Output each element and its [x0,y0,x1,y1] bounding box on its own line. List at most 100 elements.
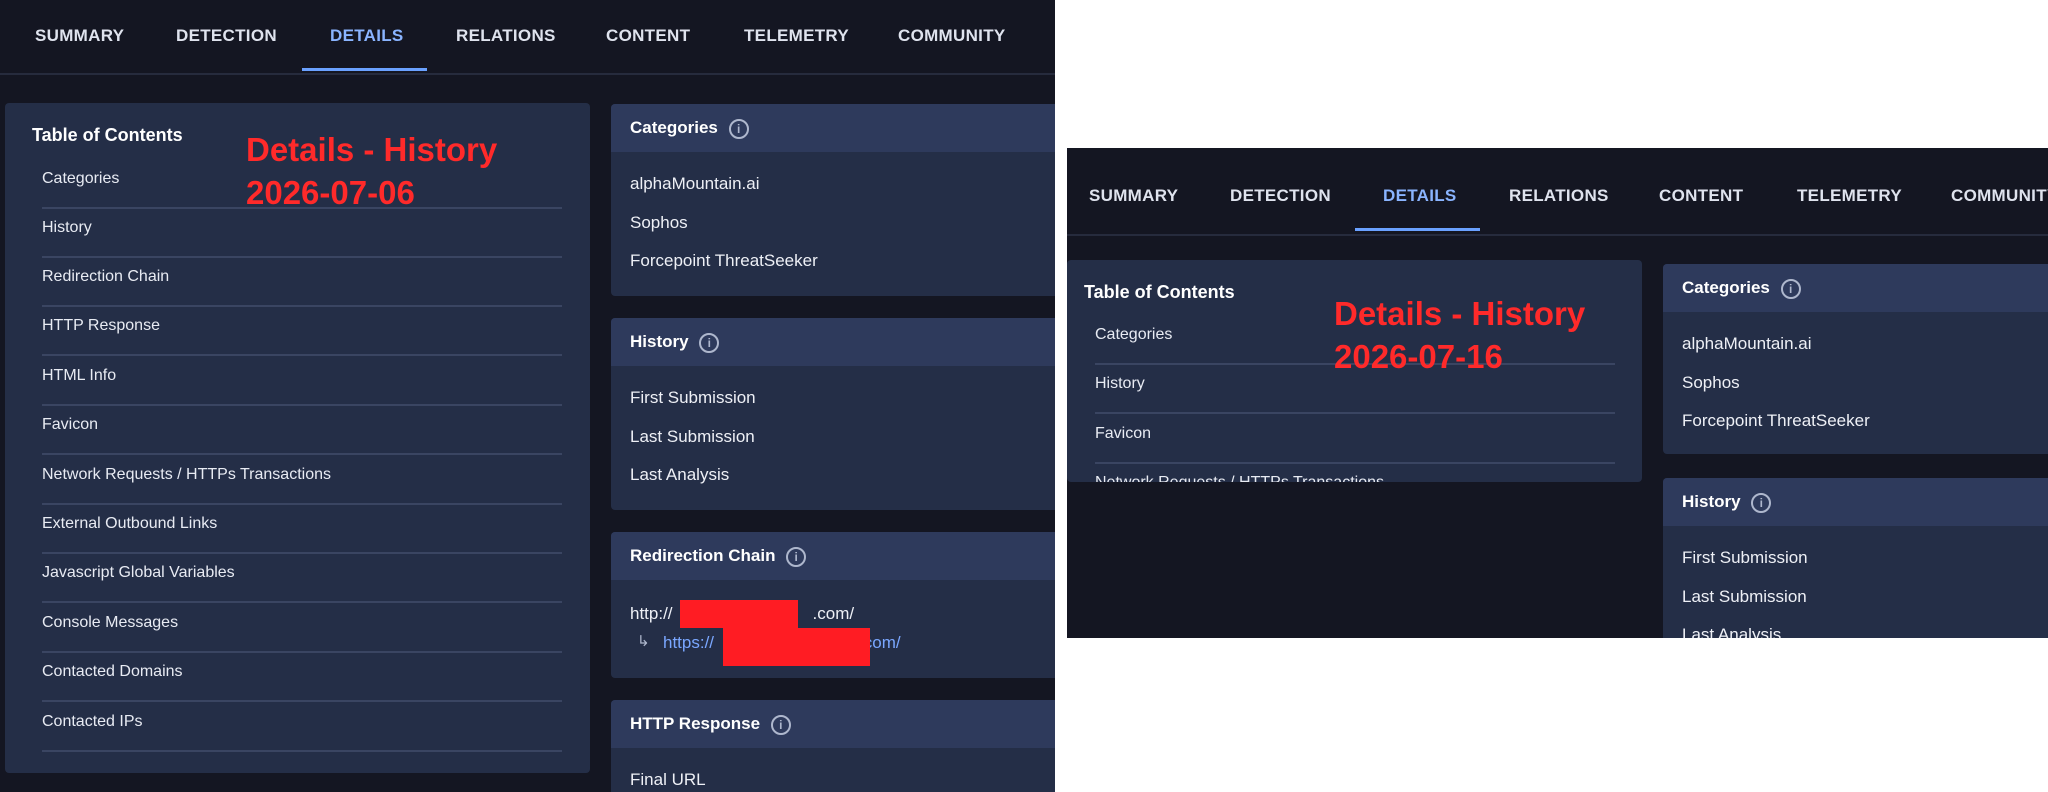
info-circle-icon[interactable]: i [1780,278,1801,299]
info-circle-icon[interactable]: i [786,546,807,567]
section-title: HTTP Response [630,714,761,733]
url-scheme: http:// [630,604,673,623]
return-arrow-icon: ↳ [637,633,650,650]
toc-item-label: Contacted Domains [42,663,183,680]
toc-item-label: Network Requests / HTTPs Transactions [42,466,331,483]
tab-bar: SUMMARY DETECTION DETAILS RELATIONS CONT… [1067,148,2048,236]
toc-item-label: Contacted IPs [42,713,143,730]
section-header: Categories i [1663,264,2048,312]
tab-details[interactable]: DETAILS [1383,186,1457,206]
category-vendor: Forcepoint ThreatSeeker [1682,411,1870,430]
toc-item-network-requests[interactable]: Network Requests / HTTPs Transactions [42,466,562,505]
categories-section: Categories i alphaMountain.ai Sophos For… [1663,264,2048,454]
annotation-label: Details - History 2026-07-06 [246,129,497,215]
section-header: History i [1663,478,2048,526]
tab-content[interactable]: CONTENT [606,26,690,46]
annotation-date: 2026-07-06 [246,173,415,211]
toc-item-history[interactable]: History [1095,375,1615,414]
active-tab-indicator [1355,228,1480,231]
toc-item-favicon[interactable]: Favicon [42,416,562,455]
info-circle-icon[interactable]: i [728,118,749,139]
toc-item-label: Console Messages [42,614,179,631]
tab-relations[interactable]: RELATIONS [456,26,556,46]
tab-community[interactable]: COMMUNITY [898,26,1006,46]
details-view-2026-07-06: SUMMARY DETECTION DETAILS RELATIONS CONT… [0,0,1055,792]
toc-item-label: HTTP Response [42,317,160,334]
history-row: Last Analysis [1682,625,1782,638]
tab-summary[interactable]: SUMMARY [1089,186,1178,206]
toc-item-label: History [1095,375,1145,392]
tab-relations[interactable]: RELATIONS [1509,186,1609,206]
tab-telemetry[interactable]: TELEMETRY [744,26,849,46]
section-title: History [630,332,689,351]
toc-item-label: Redirection Chain [42,268,170,285]
category-vendor: Sophos [630,213,688,232]
url-tld: .com/ [812,604,855,623]
details-view-2026-07-16: SUMMARY DETECTION DETAILS RELATIONS CONT… [1067,148,2048,638]
section-title: Categories [1682,278,1770,297]
redaction-box [680,600,798,628]
history-section: History i First Submission Last Submissi… [611,318,1055,510]
toc-title: Table of Contents [1084,282,1235,302]
annotation-title: Details - History [1334,295,1586,332]
toc-item-console-messages[interactable]: Console Messages [42,614,562,653]
toc-item-redirection-chain[interactable]: Redirection Chain [42,268,562,307]
history-row: Last Submission [630,427,755,446]
http-response-section: HTTP Response i Final URL [611,700,1055,792]
tab-summary[interactable]: SUMMARY [35,26,124,46]
redaction-box [723,628,870,666]
toc-item-label: External Outbound Links [42,515,218,532]
toc-item-history[interactable]: History [42,219,562,258]
toc-item-label: Javascript Global Variables [42,564,235,581]
toc-item-favicon[interactable]: Favicon [1095,425,1615,464]
toc-item-label: History [42,219,92,236]
section-header: Categories i [611,104,1055,152]
history-section: History i First Submission Last Submissi… [1663,478,2048,638]
info-circle-icon[interactable]: i [770,714,791,735]
category-vendor: Sophos [1682,373,1740,392]
toc-item-label: Categories [42,170,120,187]
toc-title: Table of Contents [32,125,183,145]
active-tab-indicator [302,68,427,71]
tab-detection[interactable]: DETECTION [176,26,277,46]
tab-bar: SUMMARY DETECTION DETAILS RELATIONS CONT… [0,0,1055,75]
category-vendor: alphaMountain.ai [1682,334,1812,353]
annotation-date: 2026-07-16 [1334,337,1503,375]
section-header: HTTP Response i [611,700,1055,748]
history-row: First Submission [630,388,756,407]
info-circle-icon[interactable]: i [699,332,720,353]
final-url-label: Final URL [630,770,706,789]
info-circle-icon[interactable]: i [1751,492,1772,513]
tab-community[interactable]: COMMUNITY [1951,186,2048,206]
category-vendor: alphaMountain.ai [630,174,760,193]
toc-item-label: HTML Info [42,367,117,384]
toc-item-external-outbound-links[interactable]: External Outbound Links [42,515,562,554]
section-title: Redirection Chain [630,546,776,565]
tab-details[interactable]: DETAILS [330,26,404,46]
history-row: First Submission [1682,548,1808,567]
toc-item-html-info[interactable]: HTML Info [42,367,562,406]
annotation-label: Details - History 2026-07-16 [1334,293,1585,379]
toc-item-contacted-ips[interactable]: Contacted IPs [42,713,562,752]
tab-content[interactable]: CONTENT [1659,186,1743,206]
toc-item-http-response[interactable]: HTTP Response [42,317,562,356]
section-header: History i [611,318,1055,366]
category-vendor: Forcepoint ThreatSeeker [630,251,818,270]
toc-item-label: Categories [1095,326,1173,343]
tab-telemetry[interactable]: TELEMETRY [1797,186,1902,206]
url-scheme: https:// [663,633,715,652]
redirection-chain-section: Redirection Chain i http:// .com/ ↳ https… [611,532,1055,678]
history-row: Last Submission [1682,587,1807,606]
toc-item-label: Favicon [42,416,99,433]
toc-item-javascript-global-variables[interactable]: Javascript Global Variables [42,564,562,603]
toc-item-label: Network Requests / HTTPs Transactions [1095,474,1384,482]
annotation-title: Details - History [246,131,498,168]
toc-item-contacted-domains[interactable]: Contacted Domains [42,663,562,702]
categories-section: Categories i alphaMountain.ai Sophos For… [611,104,1055,296]
history-row: Last Analysis [630,465,730,484]
section-header: Redirection Chain i [611,532,1055,580]
tab-detection[interactable]: DETECTION [1230,186,1331,206]
section-title: History [1682,492,1741,511]
section-title: Categories [630,118,718,137]
toc-item-network-requests[interactable]: Network Requests / HTTPs Transactions [1095,474,1615,482]
